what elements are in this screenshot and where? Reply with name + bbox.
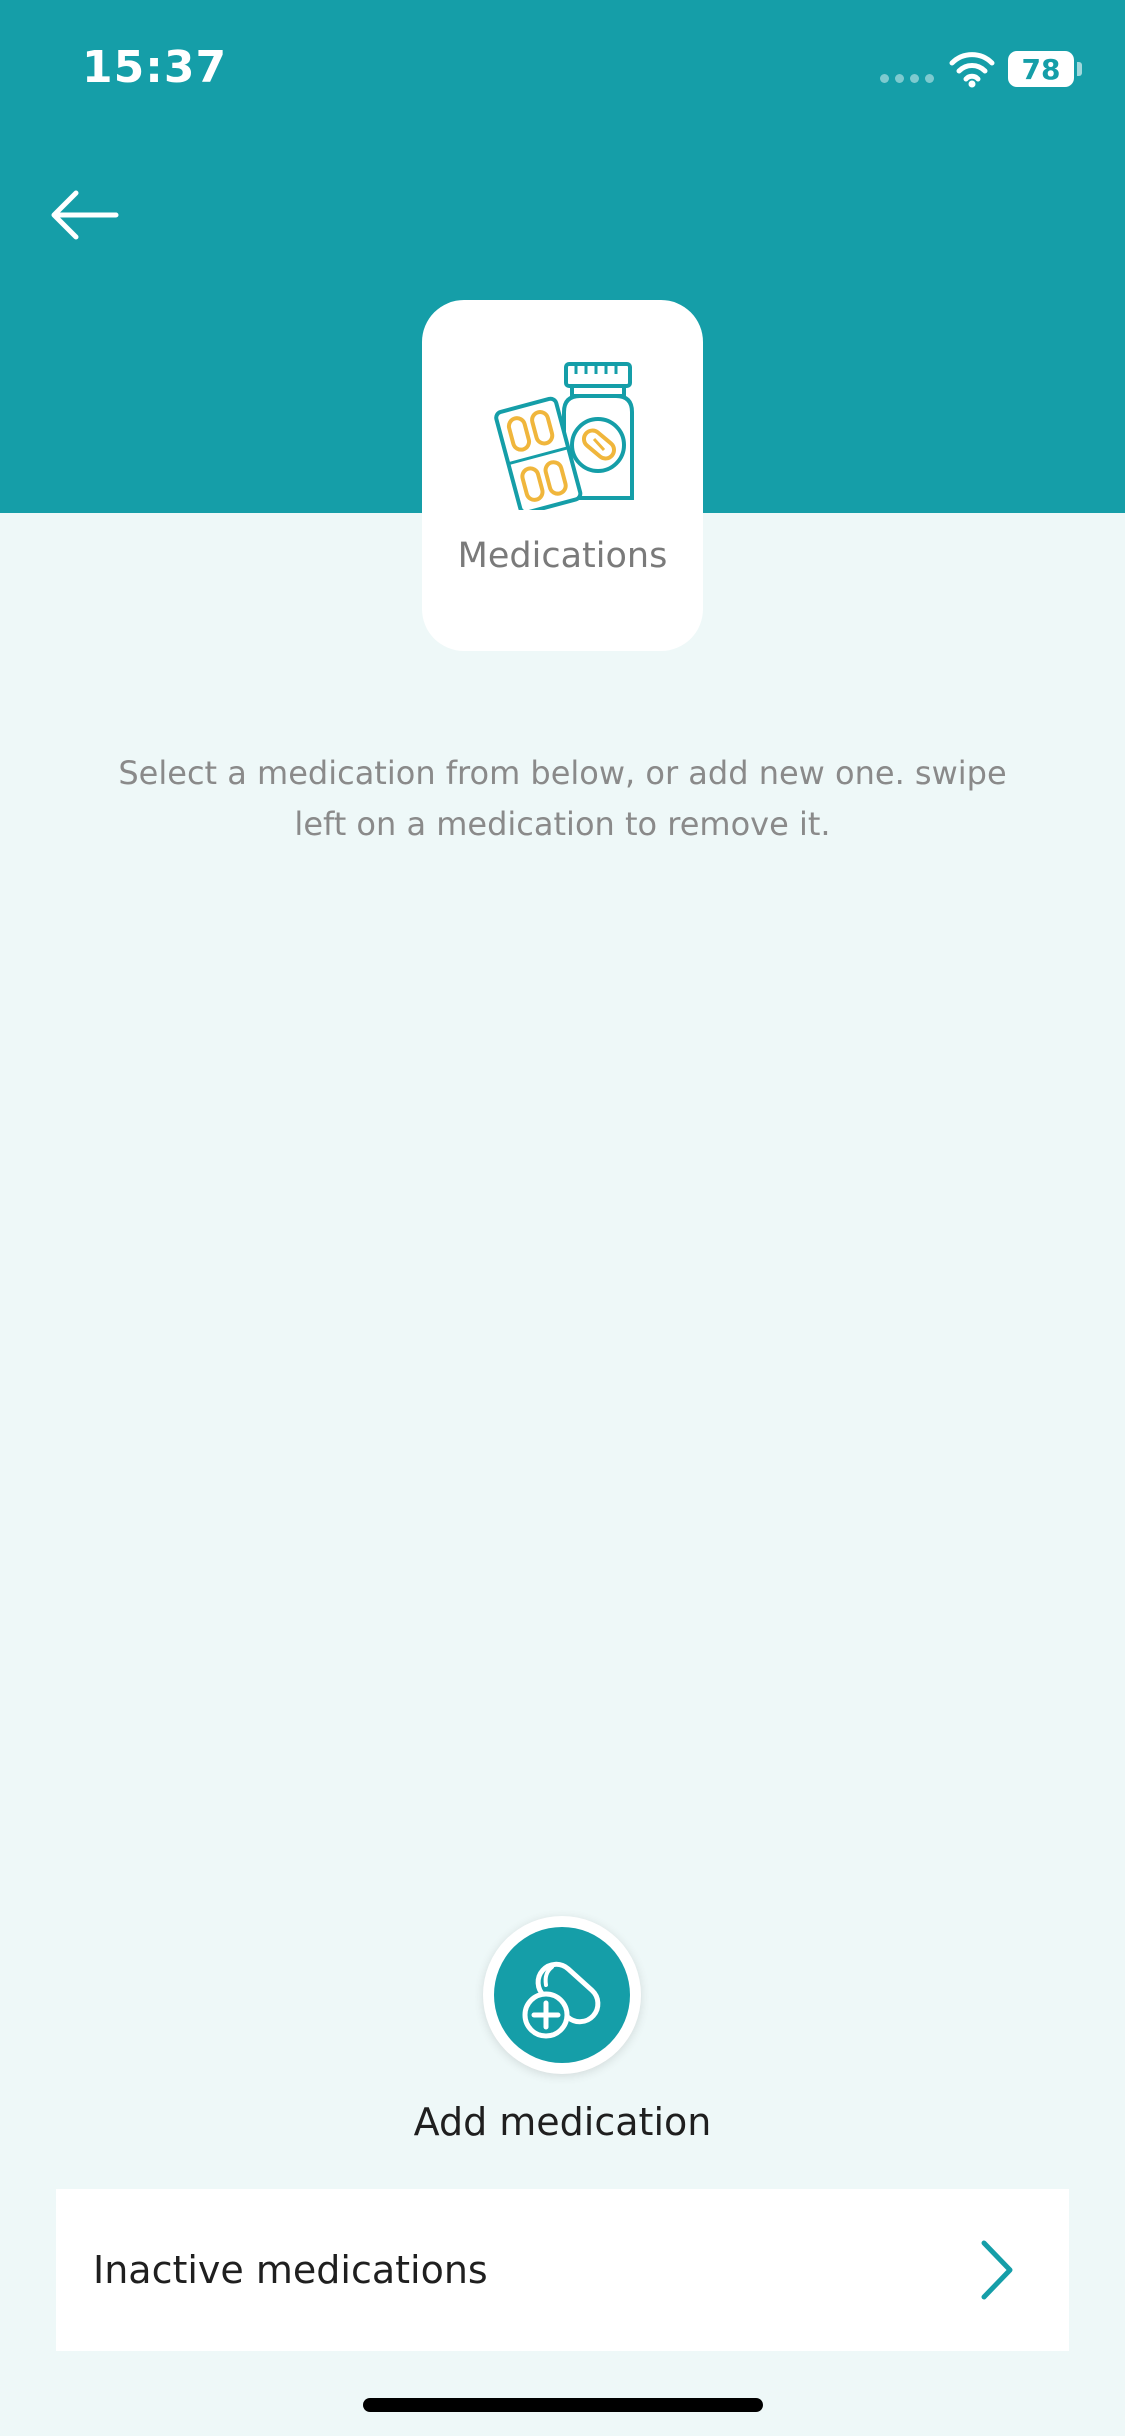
pill-plus-icon [522, 1961, 601, 2039]
back-button[interactable] [44, 180, 124, 250]
home-indicator [363, 2398, 763, 2412]
inactive-medications-row[interactable]: Inactive medications [56, 2189, 1069, 2351]
add-medication-label[interactable]: Add medication [0, 2100, 1125, 2144]
cellular-signal-icon [880, 74, 934, 83]
battery-level: 78 [1021, 52, 1061, 86]
status-time: 15:37 [82, 42, 228, 93]
battery-cap [1077, 62, 1082, 76]
medications-icon [494, 362, 634, 510]
instructions-text: Select a medication from below, or add n… [118, 754, 1007, 843]
category-label: Medications [457, 536, 668, 576]
chevron-right-icon [981, 2240, 1013, 2300]
wifi-icon [949, 52, 995, 88]
add-button-circle [494, 1927, 630, 2063]
inactive-medications-label: Inactive medications [93, 2248, 488, 2292]
add-medication-button[interactable] [483, 1916, 641, 2074]
medications-category-card: Medications [422, 300, 703, 651]
battery-icon: 78 [1008, 51, 1074, 87]
